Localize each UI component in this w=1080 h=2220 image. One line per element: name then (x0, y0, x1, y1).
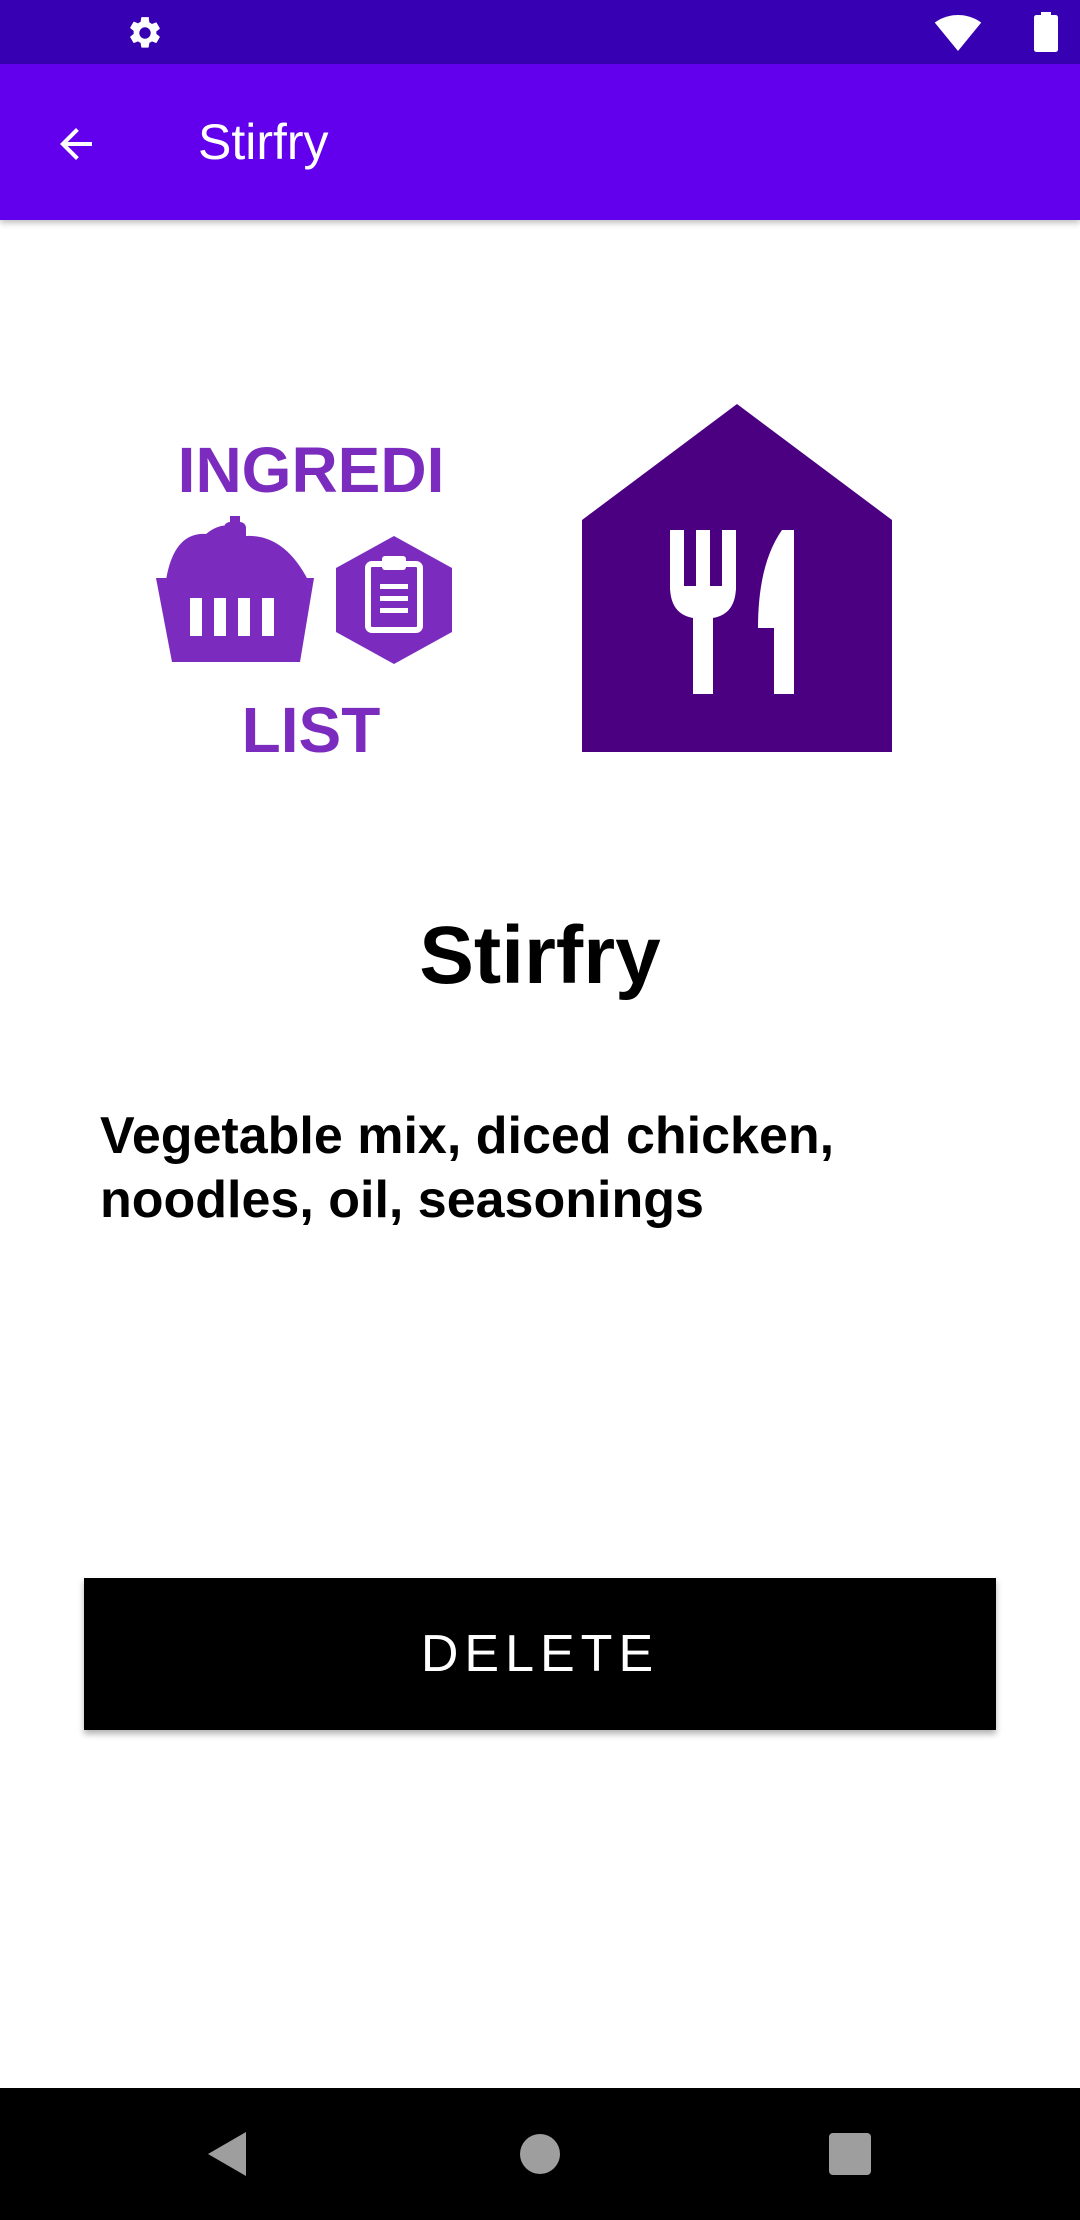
app-bar: Stirfry (0, 64, 1080, 220)
recents-square-icon[interactable] (816, 2120, 884, 2188)
arrow-back-icon[interactable] (52, 120, 100, 168)
basket-icon (156, 516, 314, 662)
ingredients-logo-line2: LIST (242, 694, 381, 766)
ingredients-list-logo: INGREDI LIST (156, 440, 452, 766)
battery-icon (1034, 12, 1058, 52)
back-triangle-icon[interactable] (196, 2120, 264, 2188)
recipe-ingredients: Vegetable mix, diced chicken, noodles, o… (100, 1107, 835, 1229)
clipboard-hexagon-icon (336, 536, 452, 664)
status-bar (0, 0, 1080, 64)
wifi-icon (934, 15, 982, 51)
home-circle-icon[interactable] (506, 2120, 574, 2188)
restaurant-house-icon (582, 404, 892, 752)
ingredients-logo-line1: INGREDI (178, 440, 445, 506)
app-bar-title: Stirfry (198, 114, 329, 170)
settings-gear-icon (130, 17, 160, 48)
delete-button[interactable]: DELETE (84, 1578, 996, 1730)
system-navigation-bar (0, 2088, 1080, 2220)
recipe-name: Stirfry (419, 910, 661, 1001)
